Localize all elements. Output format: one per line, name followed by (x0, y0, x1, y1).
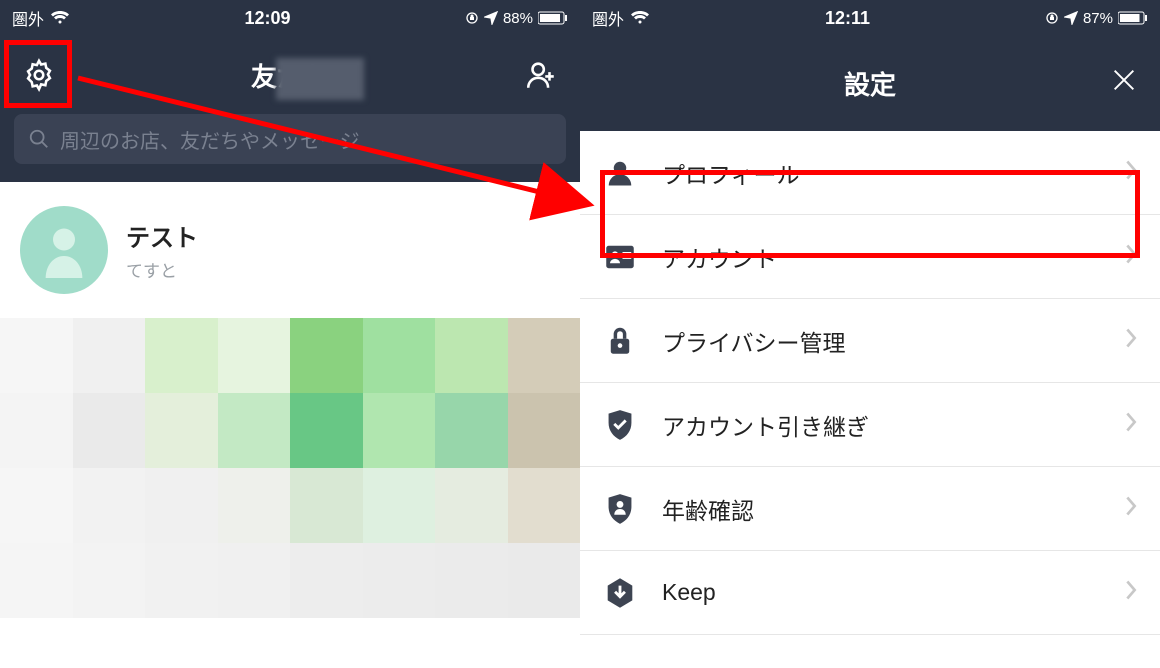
settings-item-label: アカウント引き継ぎ (662, 408, 1100, 442)
lock-rotation-icon (465, 11, 479, 25)
battery-icon (1118, 11, 1148, 25)
wifi-icon (50, 11, 70, 25)
carrier-label: 圏外 (12, 6, 44, 30)
right-phone: 圏外 12:11 87% 設定 プロフィールアカウントプライバシー管理アカウント… (580, 0, 1160, 668)
pixelated-cell (508, 468, 581, 543)
pixelated-cell (290, 468, 363, 543)
chevron-right-icon (1124, 409, 1138, 440)
status-time: 12:11 (650, 8, 1045, 29)
battery-pct: 87% (1083, 10, 1113, 27)
lock-rotation-icon (1045, 11, 1059, 25)
settings-item-label: プロフィール (662, 156, 1100, 190)
pixelated-cell (145, 318, 218, 393)
wifi-icon (630, 11, 650, 25)
pixelated-cell (363, 393, 436, 468)
search-input[interactable]: 周辺のお店、友だちやメッセージ (14, 114, 566, 164)
pixelated-cell (508, 318, 581, 393)
pixelated-cell (290, 318, 363, 393)
person-silhouette-icon (42, 223, 86, 278)
pixelated-cell (73, 393, 146, 468)
pixelated-cell (363, 543, 436, 618)
shield-person-icon (602, 491, 638, 527)
pixelated-cell (73, 318, 146, 393)
chevron-right-icon (1124, 241, 1138, 272)
pixelated-cell (0, 468, 73, 543)
carrier-label: 圏外 (592, 6, 624, 30)
settings-item-label: Keep (662, 579, 1100, 606)
pixelated-cell (145, 543, 218, 618)
person-icon (602, 155, 638, 191)
lock-icon (602, 323, 638, 359)
close-button[interactable] (1110, 65, 1138, 102)
pixelated-cell (290, 393, 363, 468)
pixelated-cell (435, 468, 508, 543)
pixelated-cell (0, 318, 73, 393)
profile-subtitle: てすと (126, 257, 198, 282)
settings-gear-button[interactable] (22, 58, 56, 92)
search-placeholder: 周辺のお店、友だちやメッセージ (60, 125, 360, 154)
chevron-right-icon (1124, 157, 1138, 188)
settings-list: プロフィールアカウントプライバシー管理アカウント引き継ぎ年齢確認 Keep (580, 131, 1160, 635)
chevron-right-icon (1124, 493, 1138, 524)
status-bar: 圏外 12:11 87% (580, 0, 1160, 36)
avatar (20, 206, 108, 294)
settings-item-label: 年齢確認 (662, 492, 1100, 526)
pixelated-cell (508, 393, 581, 468)
settings-item-1[interactable]: アカウント (580, 215, 1160, 299)
settings-item-0[interactable]: プロフィール (580, 131, 1160, 215)
pixelated-cell (0, 393, 73, 468)
nav-bar: 設定 (580, 36, 1160, 131)
settings-item-label: プライバシー管理 (662, 324, 1100, 358)
pixelated-cell (435, 318, 508, 393)
pixelated-cell (73, 543, 146, 618)
pixelated-cell (218, 468, 291, 543)
settings-item-label: アカウント (662, 240, 1100, 274)
chevron-right-icon (1124, 577, 1138, 608)
add-friend-button[interactable] (524, 58, 558, 92)
person-plus-icon (524, 58, 558, 92)
arrow-down-hex-icon (602, 575, 638, 611)
gear-icon (22, 58, 56, 92)
status-bar: 圏外 12:09 88% (0, 0, 580, 36)
location-icon (484, 11, 498, 25)
pixelated-cell (0, 543, 73, 618)
pixelated-cell (363, 318, 436, 393)
chevron-right-icon (1124, 325, 1138, 356)
search-icon (28, 128, 50, 150)
pixelated-cell (363, 468, 436, 543)
pixelated-cell (145, 393, 218, 468)
battery-pct: 88% (503, 10, 533, 27)
search-wrap: 周辺のお店、友だちやメッセージ (0, 114, 580, 182)
own-profile-row[interactable]: テスト てすと (0, 182, 580, 318)
pixelated-cell (435, 393, 508, 468)
pixelated-cell (508, 543, 581, 618)
left-phone: 圏外 12:09 88% 友だち (0, 0, 580, 668)
pixelated-cell (290, 543, 363, 618)
pixelated-cell (218, 543, 291, 618)
shield-check-icon (602, 407, 638, 443)
status-time: 12:09 (70, 8, 465, 29)
pixelated-cell (218, 393, 291, 468)
nav-title: 設定 (844, 65, 896, 102)
pixelated-cell (218, 318, 291, 393)
id-card-icon (602, 239, 638, 275)
pixelated-cell (435, 543, 508, 618)
settings-item-5[interactable]: Keep (580, 551, 1160, 635)
settings-item-4[interactable]: 年齢確認 (580, 467, 1160, 551)
close-icon (1110, 66, 1138, 94)
settings-item-2[interactable]: プライバシー管理 (580, 299, 1160, 383)
settings-item-3[interactable]: アカウント引き継ぎ (580, 383, 1160, 467)
battery-icon (538, 11, 568, 25)
location-icon (1064, 11, 1078, 25)
pixelated-cell (145, 468, 218, 543)
pixelated-cell (73, 468, 146, 543)
pixelated-content (0, 318, 580, 618)
redacted-mask (276, 58, 364, 100)
profile-name: テスト (126, 218, 198, 253)
